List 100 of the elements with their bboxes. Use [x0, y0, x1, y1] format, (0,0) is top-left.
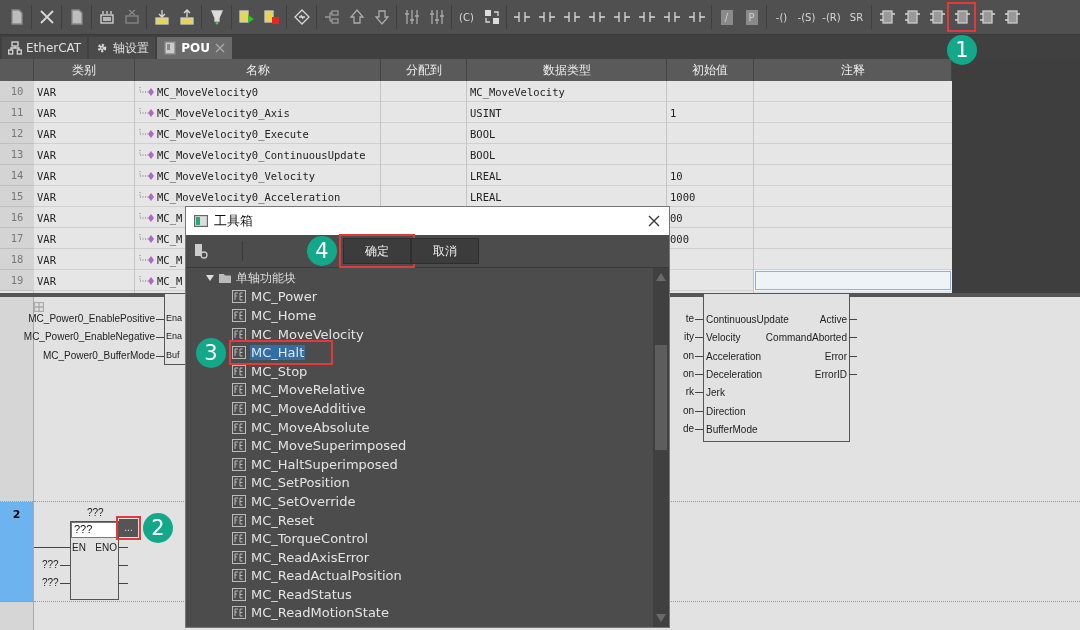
table-cell-text: 000: [669, 231, 690, 247]
pin-label: Jerk: [706, 387, 725, 400]
dialog-button[interactable]: 取消: [411, 238, 479, 264]
tree-folder[interactable]: 单轴功能块: [206, 269, 296, 287]
toolbar-button[interactable]: -(R): [820, 5, 843, 29]
variable-label: on: [682, 367, 694, 380]
variable-label: ???: [42, 577, 59, 589]
tree-item[interactable]: MC_HaltSuperimposed: [250, 456, 399, 472]
table-cell: MC_MoveVelocity0_Velocity: [135, 165, 381, 186]
tree-item[interactable]: MC_Stop: [250, 363, 309, 379]
pin-label: Deceleration: [706, 368, 763, 381]
column-header[interactable]: 初始值: [667, 59, 754, 81]
pin-label: BufferMode: [706, 423, 758, 436]
row-number: 13: [0, 144, 34, 165]
tree-item[interactable]: MC_Home: [250, 308, 318, 323]
variable-label: on: [682, 349, 694, 362]
pin-label: Acceleration: [706, 350, 762, 363]
table-cell-text: VAR: [36, 105, 57, 121]
tree-item[interactable]: MC_SetOverride: [250, 493, 357, 509]
variable-label: on: [682, 404, 694, 417]
column-header[interactable]: 注释: [754, 59, 952, 81]
tree-item[interactable]: MC_MoveRelative: [250, 382, 367, 398]
pin-label: ErrorID: [814, 368, 847, 381]
dialog-button[interactable]: 确定: [343, 238, 411, 264]
pin-label: Ena: [166, 330, 182, 343]
table-cell-text: VAR: [36, 189, 57, 205]
table-cell-text: 10: [669, 168, 684, 184]
pin-label: Velocity: [706, 332, 741, 345]
toolbar-button[interactable]: SR: [845, 5, 868, 29]
table-cell-text: 1000: [669, 189, 697, 205]
tree-item[interactable]: MC_Halt: [250, 345, 306, 361]
pin-label: ENO: [95, 542, 117, 554]
tree-item[interactable]: MC_ReadActualPosition: [250, 568, 403, 584]
variable-label: te: [685, 313, 694, 325]
dialog-title: 工具箱: [214, 212, 253, 230]
pin-label: Error: [824, 350, 847, 363]
tree-item[interactable]: MC_MoveAdditive: [250, 400, 367, 416]
variable-label: MC_Power0_BufferMode: [42, 349, 155, 362]
tab[interactable]: 轴设置: [89, 37, 156, 59]
tree-item[interactable]: MC_Power: [250, 289, 319, 305]
pin-label: Ena: [166, 312, 182, 324]
table-cell-text: VAR: [36, 126, 57, 142]
pin-label: Active: [819, 314, 847, 326]
tab[interactable]: POU: [157, 37, 232, 59]
pin-label: Direction: [706, 405, 746, 418]
row-number: 17: [0, 228, 34, 249]
toolbar-button[interactable]: -(S): [795, 5, 818, 29]
tree-item[interactable]: MC_MoveSuperimposed: [250, 438, 408, 454]
table-cell: MC_MoveVelocity0_Axis: [135, 102, 381, 123]
table-cell-text: VAR: [36, 210, 57, 226]
tree-item[interactable]: MC_MoveVelocity: [250, 326, 365, 342]
table-cell-text: VAR: [36, 252, 57, 268]
variable-label: ???: [42, 559, 59, 571]
tree-item[interactable]: MC_SetPosition: [250, 475, 351, 491]
pin-label: ContinuousUpdate: [706, 314, 789, 326]
table-cell-text: USINT: [469, 105, 503, 121]
instance-name-field[interactable]: ???: [71, 522, 117, 538]
tab[interactable]: EtherCAT: [2, 37, 88, 59]
toolbar-button[interactable]: -(): [770, 5, 793, 29]
row-number: 11: [0, 102, 34, 123]
block-title: ???: [87, 507, 104, 519]
pin-label: EN: [72, 542, 86, 554]
variable-label: rk: [685, 386, 694, 399]
table-cell-text: LREAL: [469, 168, 503, 184]
table-cell-text: MC_MoveVelocity: [469, 84, 566, 101]
table-cell-text: VAR: [36, 231, 57, 247]
table-cell-text: VAR: [36, 84, 57, 100]
tree-item[interactable]: MC_ReadStatus: [250, 586, 353, 602]
row-number: 10: [0, 81, 34, 102]
variable-label: de: [682, 422, 694, 435]
column-header[interactable]: 数据类型: [467, 59, 667, 81]
rung-number: 2: [0, 502, 33, 602]
variable-label: ity: [684, 331, 694, 344]
pin-label: CommandAborted: [765, 332, 847, 345]
table-cell-text: LREAL: [469, 189, 503, 205]
variable-label: MC_Power0_EnablePositive: [28, 313, 155, 325]
row-number: 16: [0, 207, 34, 228]
row-number: 14: [0, 165, 34, 186]
row-number: 19: [0, 270, 34, 291]
table-cell-text: BOOL: [469, 147, 497, 163]
row-number: 12: [0, 123, 34, 144]
tree-item[interactable]: MC_Reset: [250, 512, 316, 528]
tree-item[interactable]: MC_TorqueControl: [250, 531, 370, 547]
table-cell: MC_MoveVelocity0_Execute: [135, 123, 381, 144]
callout-badge: 3: [196, 337, 226, 368]
tree-item[interactable]: MC_MoveAbsolute: [250, 419, 371, 435]
table-cell-text: 00: [669, 210, 684, 226]
table-cell-text: BOOL: [469, 126, 497, 142]
table-cell-text: VAR: [36, 273, 57, 289]
column-header[interactable]: 分配到: [381, 59, 467, 81]
toolbar-button[interactable]: (C): [455, 5, 478, 29]
table-cell-text: 1: [669, 105, 678, 121]
row-number: 15: [0, 186, 34, 207]
column-header[interactable]: 类别: [34, 59, 135, 81]
tree-item[interactable]: MC_ReadAxisError: [250, 549, 371, 565]
row-number: 18: [0, 249, 34, 270]
table-cell: MC_MoveVelocity0_Acceleration: [135, 186, 381, 207]
tree-item[interactable]: MC_ReadMotionState: [250, 605, 390, 621]
column-header[interactable]: 名称: [135, 59, 381, 81]
callout-badge: 2: [143, 513, 173, 543]
